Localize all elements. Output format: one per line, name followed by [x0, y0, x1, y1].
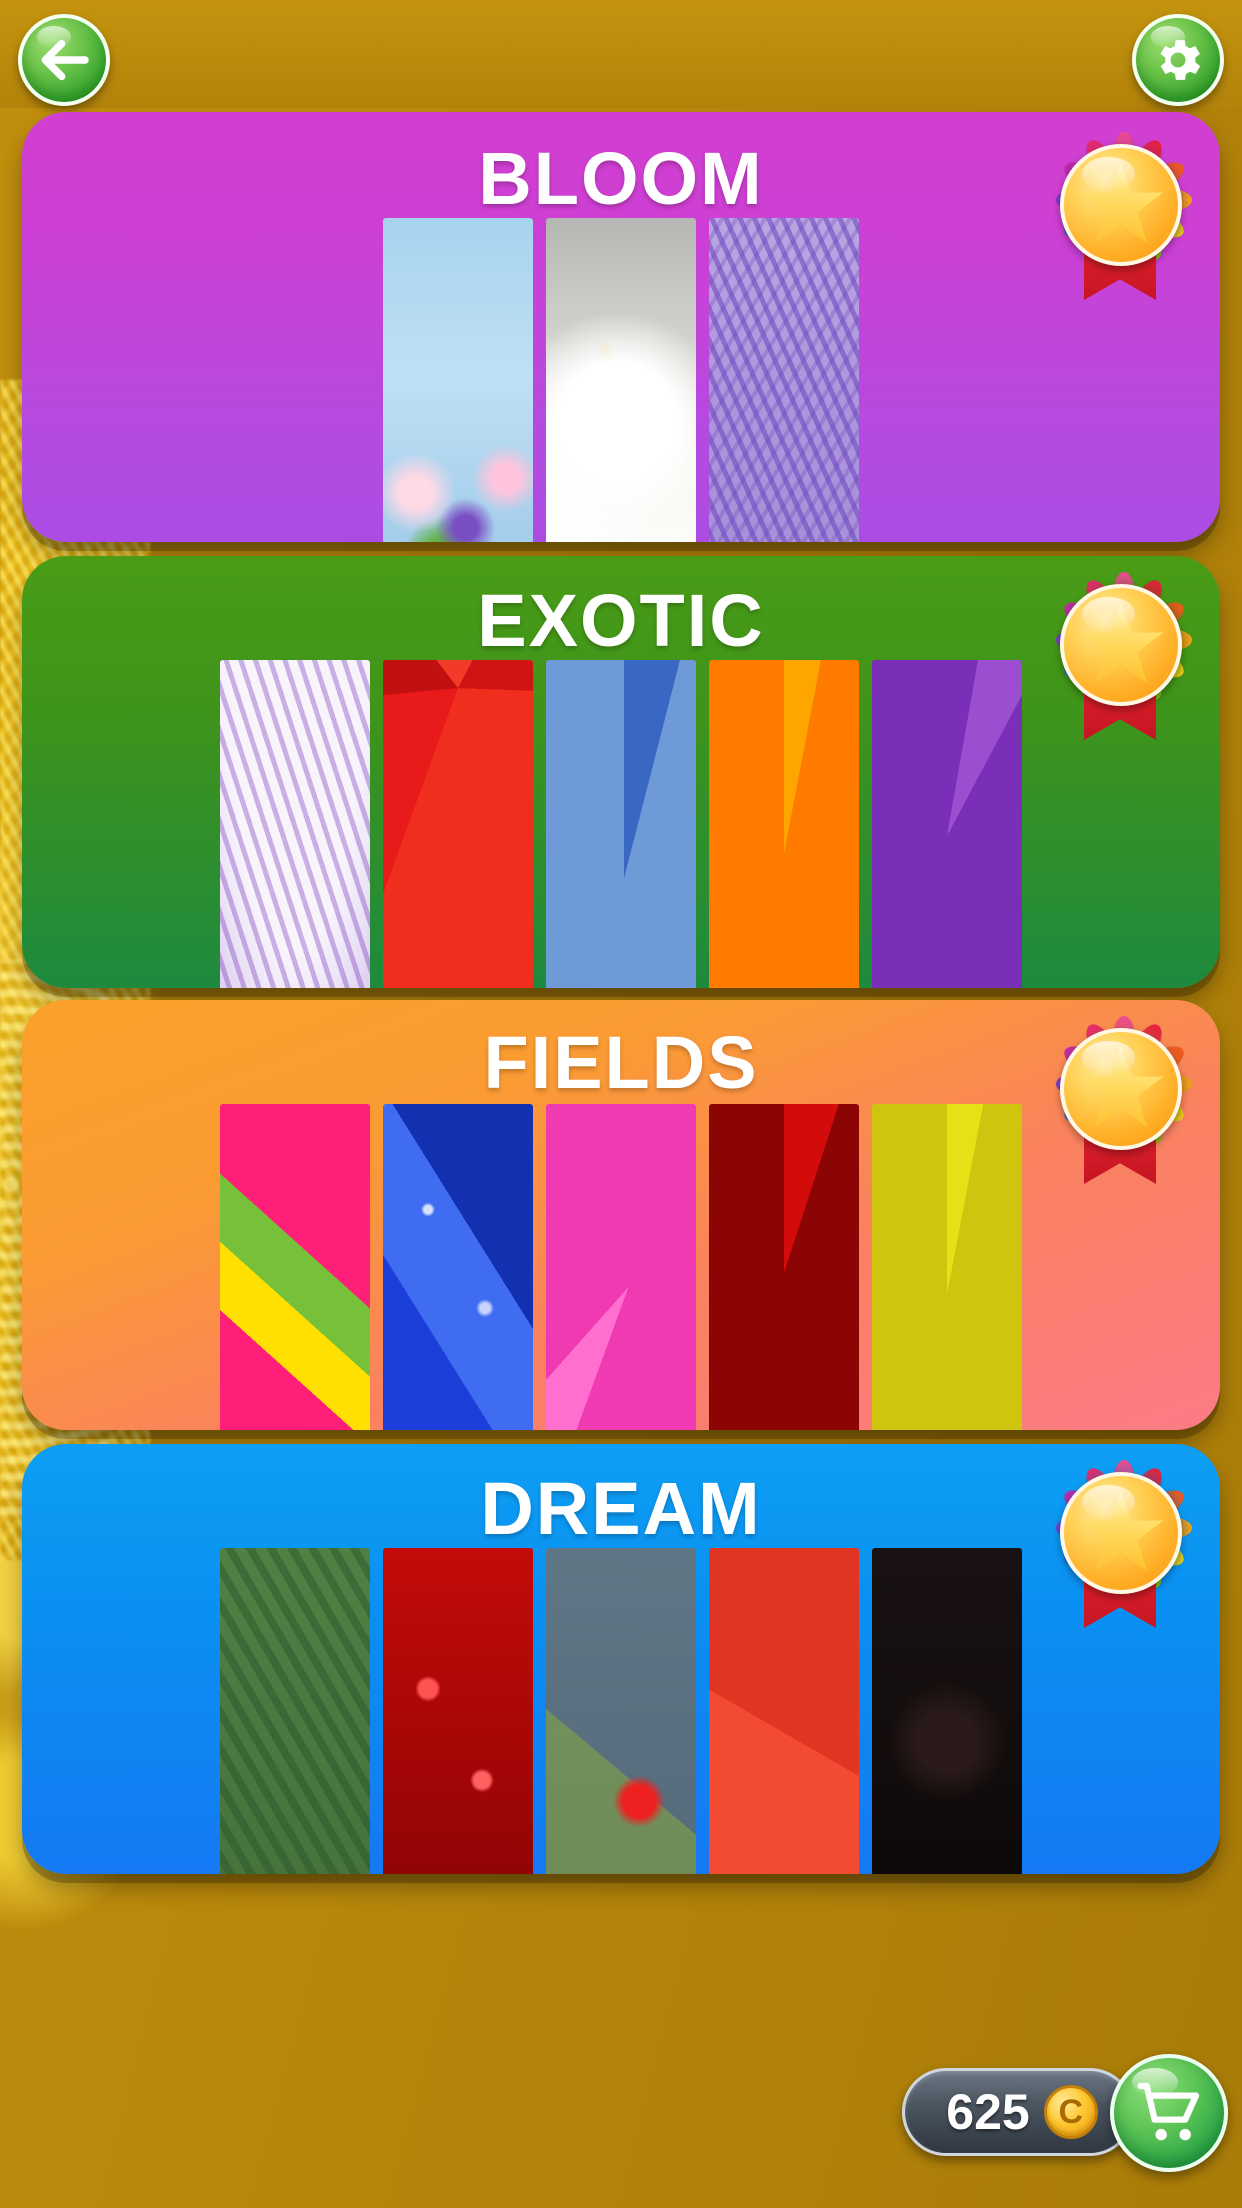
section-title: DREAM — [22, 1472, 1220, 1546]
section-title: EXOTIC — [22, 584, 1220, 658]
section-card-bloom[interactable]: BLOOM WILDSUNGROW — [22, 112, 1220, 542]
section-title: FIELDS — [22, 1026, 1220, 1100]
level-thumbnail-row — [22, 1104, 1220, 1430]
coin-amount: 625 — [946, 2083, 1029, 2141]
section-badge-fields[interactable] — [1046, 1014, 1196, 1184]
level-thumbnail[interactable] — [383, 1548, 533, 1874]
section-card-dream[interactable]: DREAM — [22, 1444, 1220, 1874]
star-medal-icon — [1060, 1472, 1182, 1594]
level-thumbnail[interactable] — [383, 660, 533, 988]
level-thumbnail[interactable] — [709, 1104, 859, 1430]
level-thumbnail-row — [22, 1548, 1220, 1874]
section-card-exotic[interactable]: EXOTIC DEWPINKDAISYSTEMLIGHT — [22, 556, 1220, 988]
level-thumbnail[interactable] — [546, 218, 696, 542]
shop-button[interactable] — [1110, 2054, 1228, 2172]
gear-icon — [1150, 32, 1206, 88]
level-thumbnail[interactable] — [220, 1104, 370, 1430]
top-bar-background — [0, 0, 1242, 108]
section-card-fields[interactable]: FIELDS BURSTCOLORRAINSOFTPOLLEN — [22, 1000, 1220, 1430]
section-badge-exotic[interactable] — [1046, 570, 1196, 740]
level-thumbnail[interactable] — [546, 1104, 696, 1430]
level-thumbnail[interactable] — [709, 1548, 859, 1874]
star-medal-icon — [1060, 584, 1182, 706]
back-button[interactable] — [18, 14, 110, 106]
level-thumbnail[interactable] — [546, 1548, 696, 1874]
level-thumbnail[interactable] — [872, 1548, 1022, 1874]
level-thumbnail[interactable] — [383, 1104, 533, 1430]
level-thumbnail-row — [22, 218, 1220, 542]
level-thumbnail-row — [22, 660, 1220, 988]
section-title: BLOOM — [22, 142, 1220, 216]
gold-coin-icon: C — [1044, 2085, 1098, 2139]
level-thumbnail[interactable] — [872, 1104, 1022, 1430]
level-thumbnail[interactable] — [220, 660, 370, 988]
level-thumbnail[interactable] — [383, 218, 533, 542]
section-badge-dream[interactable] — [1046, 1458, 1196, 1628]
settings-button[interactable] — [1132, 14, 1224, 106]
level-thumbnail[interactable] — [709, 660, 859, 988]
section-badge-bloom[interactable] — [1046, 130, 1196, 300]
arrow-left-icon — [36, 32, 92, 88]
coin-balance-bar[interactable]: 625 C — [902, 2068, 1134, 2156]
shopping-cart-icon — [1133, 2077, 1205, 2149]
level-thumbnail[interactable] — [546, 660, 696, 988]
star-medal-icon — [1060, 144, 1182, 266]
level-thumbnail[interactable] — [872, 660, 1022, 988]
level-thumbnail[interactable] — [709, 218, 859, 542]
star-medal-icon — [1060, 1028, 1182, 1150]
level-thumbnail[interactable] — [220, 1548, 370, 1874]
